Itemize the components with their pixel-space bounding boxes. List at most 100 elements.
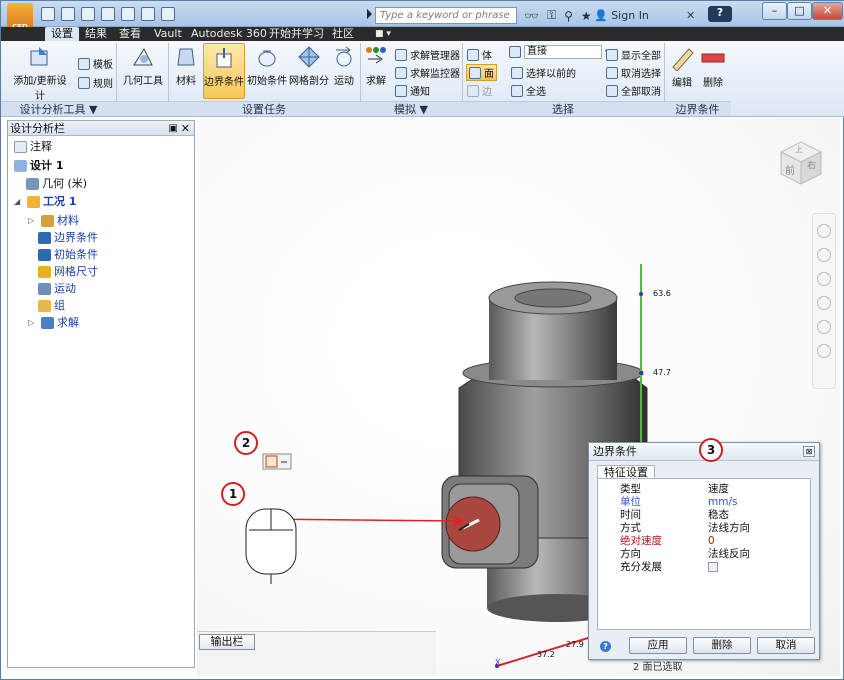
- show-all-button[interactable]: 显示全部: [606, 47, 661, 62]
- save-icon[interactable]: [61, 7, 75, 21]
- group-simulation[interactable]: 模拟 ▼: [360, 101, 462, 116]
- help-icon[interactable]: ?: [708, 6, 732, 22]
- cancel-all-button[interactable]: 全部取消: [606, 83, 661, 98]
- delete-icon: [701, 53, 725, 63]
- print-icon[interactable]: [161, 7, 175, 21]
- satellite-icon[interactable]: ⚲: [564, 9, 573, 23]
- property-value[interactable]: 稳态: [708, 509, 729, 522]
- tab-autodesk360[interactable]: Autodesk 360: [191, 27, 267, 41]
- rules-button[interactable]: 规则: [78, 75, 113, 90]
- motion-button[interactable]: 运动: [331, 45, 357, 87]
- property-value[interactable]: mm/s: [708, 496, 737, 509]
- solve-manager-button[interactable]: 求解管理器: [395, 47, 460, 62]
- apply-button[interactable]: 应用: [629, 637, 687, 654]
- search-input[interactable]: Type a keyword or phrase: [375, 7, 517, 24]
- tree-item-motion[interactable]: 运动: [38, 281, 76, 297]
- property-row[interactable]: 方向 法线反向: [598, 548, 810, 561]
- tree-item-groups[interactable]: 组: [38, 298, 65, 314]
- expand-icon[interactable]: ◢: [14, 194, 24, 210]
- cancel-selection-button[interactable]: 取消选择: [606, 65, 661, 80]
- section-tab[interactable]: 特征设置: [597, 465, 655, 479]
- save-as-icon[interactable]: [81, 7, 95, 21]
- property-row[interactable]: 方式 法线方向: [598, 522, 810, 535]
- search-expand-icon[interactable]: [367, 9, 372, 19]
- property-row[interactable]: 时间 稳态: [598, 509, 810, 522]
- output-bar-tab[interactable]: 输出栏: [199, 634, 255, 650]
- tree-item-notes[interactable]: 注释: [14, 139, 52, 155]
- exchange-icon[interactable]: ✕: [686, 9, 695, 22]
- select-edge-button[interactable]: 边: [467, 83, 492, 98]
- initial-conditions-button[interactable]: 初始条件: [247, 45, 287, 87]
- property-value[interactable]: 法线方向: [708, 522, 750, 535]
- tab-community[interactable]: 社区: [332, 27, 354, 41]
- boundary-conditions-button[interactable]: 边界条件: [203, 43, 245, 99]
- tree-item-materials[interactable]: ▷ 材料: [28, 213, 79, 229]
- star-icon[interactable]: ★: [581, 9, 592, 23]
- steering-wheel-icon[interactable]: [817, 224, 831, 238]
- cancel-button[interactable]: 取消: [757, 637, 815, 654]
- maximize-button[interactable]: □: [787, 2, 812, 20]
- pan-hand-icon[interactable]: [817, 248, 831, 262]
- orbit-icon[interactable]: [817, 296, 831, 310]
- selection-mode-dropdown[interactable]: 直接 ▼: [509, 45, 611, 59]
- sign-in-link[interactable]: 👤 Sign In: [594, 9, 649, 22]
- property-row[interactable]: 绝对速度 0: [598, 535, 810, 548]
- close-icon[interactable]: ⊠: [803, 446, 815, 457]
- delete-button[interactable]: 删除: [693, 637, 751, 654]
- property-row[interactable]: 充分发展: [598, 561, 810, 574]
- edit-button[interactable]: 编辑: [668, 45, 696, 89]
- select-body-button[interactable]: 体: [467, 47, 492, 62]
- folder-icon[interactable]: [101, 7, 115, 21]
- view-icon[interactable]: [817, 320, 831, 334]
- geometry-tools-button[interactable]: 几何工具: [119, 45, 167, 87]
- tree-item-label: 注释: [30, 140, 52, 153]
- close-icon[interactable]: ✕: [181, 121, 190, 136]
- select-all-button[interactable]: 全选: [511, 83, 546, 98]
- close-button[interactable]: ✕: [812, 2, 843, 20]
- look-icon[interactable]: [817, 344, 831, 358]
- fully-developed-checkbox[interactable]: [708, 561, 718, 574]
- help-icon[interactable]: ?: [600, 641, 611, 652]
- select-previous-button[interactable]: 选择以前的: [511, 65, 576, 80]
- tab-view[interactable]: 查看: [119, 27, 141, 41]
- notify-button[interactable]: 通知: [395, 83, 430, 98]
- tree-item-initial-conditions[interactable]: 初始条件: [38, 247, 98, 263]
- minimize-button[interactable]: –: [762, 2, 787, 20]
- material-button[interactable]: 材料: [171, 45, 201, 87]
- tree-item-geometry[interactable]: 几何 (米): [26, 176, 87, 192]
- binoculars-icon[interactable]: 👓: [524, 9, 539, 23]
- delete-button[interactable]: 删除: [700, 45, 726, 89]
- tree-item-scenario[interactable]: ◢ 工况 1: [14, 194, 76, 210]
- open-icon[interactable]: [41, 7, 55, 21]
- tab-learn[interactable]: 开始并学习: [269, 27, 324, 41]
- tab-extra-icon[interactable]: ■ ▾: [375, 27, 391, 41]
- pin-icon[interactable]: ▣: [169, 121, 178, 136]
- property-row[interactable]: 单位 mm/s: [598, 496, 810, 509]
- template-button[interactable]: 模板: [78, 56, 113, 71]
- tree-item-design[interactable]: 设计 1: [14, 158, 63, 174]
- tree-item-solve[interactable]: ▷ 求解: [28, 315, 79, 331]
- add-update-design-button[interactable]: 添加/更新设计: [9, 45, 71, 102]
- property-value[interactable]: 速度: [708, 483, 729, 496]
- new-icon[interactable]: [121, 7, 135, 21]
- property-row[interactable]: 类型 速度: [598, 483, 810, 496]
- property-value[interactable]: 法线反向: [708, 548, 750, 561]
- collapse-icon[interactable]: ▷: [28, 213, 38, 229]
- property-value[interactable]: 0: [708, 535, 715, 548]
- tree-item-boundary-conditions[interactable]: 边界条件: [38, 230, 98, 246]
- mesh-button[interactable]: 网格剖分: [289, 45, 329, 87]
- select-face-button[interactable]: 面: [466, 64, 497, 81]
- collapse-icon[interactable]: ▷: [28, 315, 38, 331]
- tab-results[interactable]: 结果: [85, 27, 107, 41]
- tab-vault[interactable]: Vault: [154, 27, 182, 41]
- tree-item-label: 组: [54, 299, 65, 312]
- solve-monitor-button[interactable]: 求解监控器: [395, 65, 460, 80]
- tab-setup[interactable]: 设置: [45, 27, 79, 41]
- zoom-icon[interactable]: [817, 272, 831, 286]
- tree-item-mesh-sizes[interactable]: 网格尺寸: [38, 264, 98, 280]
- key-icon[interactable]: ⚿: [547, 8, 556, 23]
- layout-icon[interactable]: [141, 7, 155, 21]
- view-cube[interactable]: 上 前 右: [775, 136, 827, 188]
- solve-button[interactable]: 求解: [363, 45, 389, 87]
- group-design-tools[interactable]: 设计分析工具 ▼: [1, 101, 116, 116]
